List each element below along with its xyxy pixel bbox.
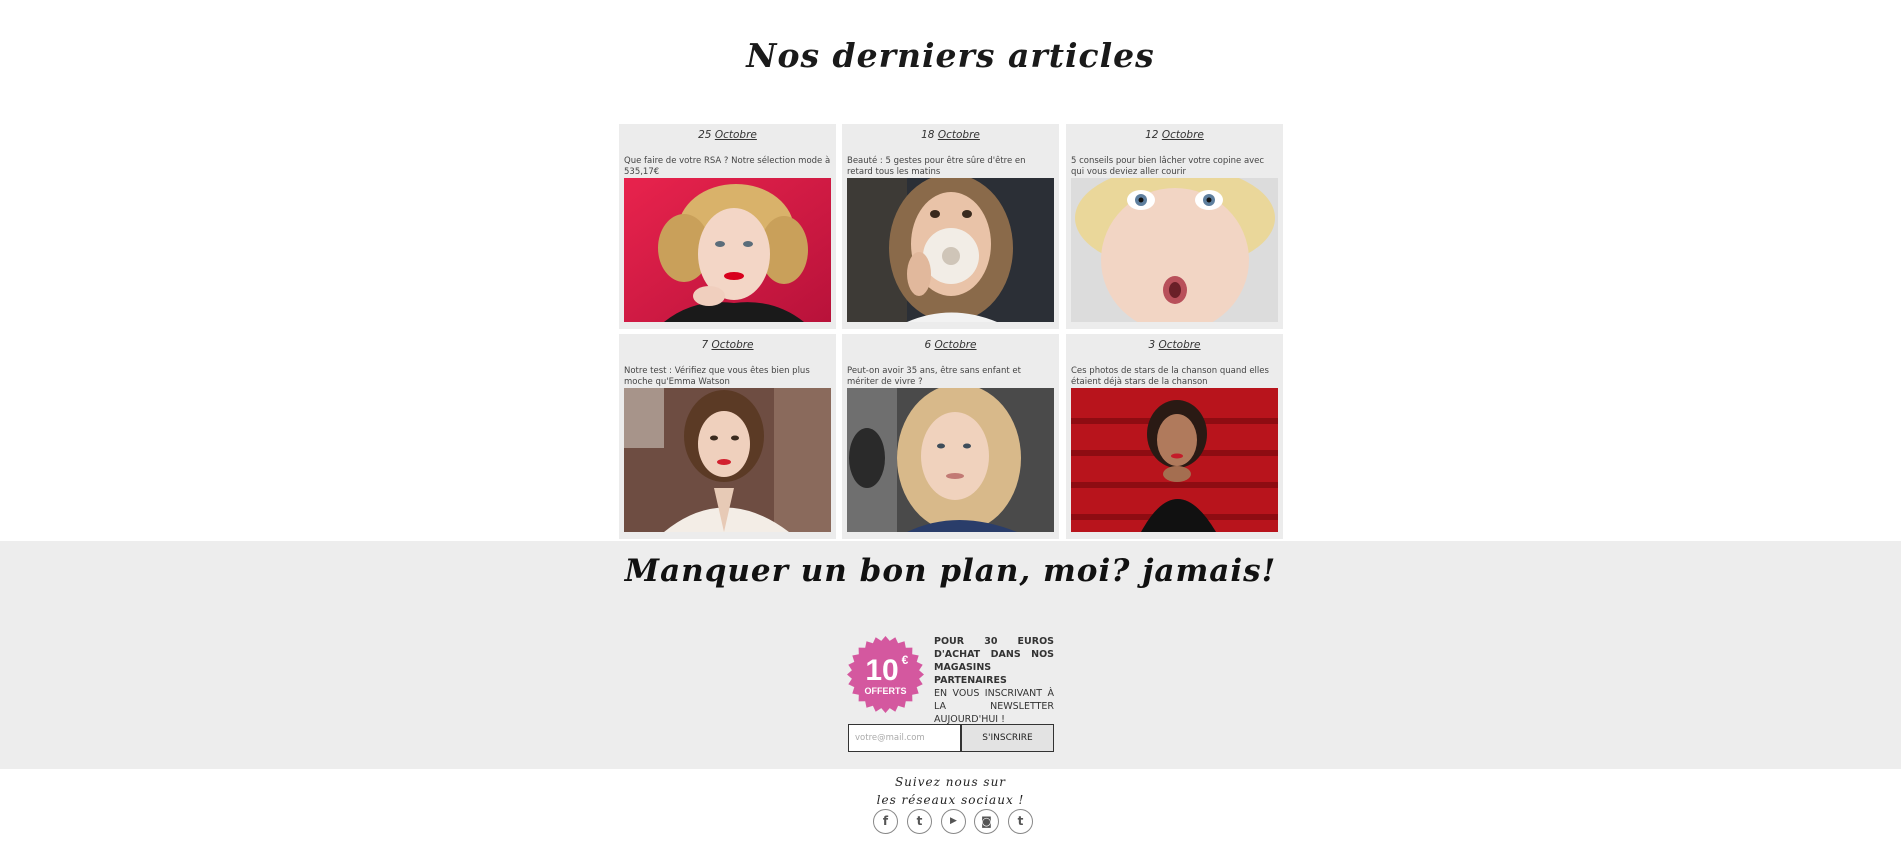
article-title-link[interactable]: Peut-on avoir 35 ans, être sans enfant e… (847, 366, 1054, 388)
offer-bold-text: POUR 30 EUROS D'ACHAT DANS NOS MAGASINS … (934, 636, 1054, 686)
article-photo[interactable] (624, 178, 831, 322)
article-card[interactable]: 6 Octobre Peut-on avoir 35 ans, être san… (842, 334, 1059, 539)
instagram-icon[interactable]: ◙ (974, 809, 999, 834)
social-section: Suivez nous sur les réseaux sociaux ! f … (0, 769, 1901, 846)
article-title-link[interactable]: Beauté : 5 gestes pour être sûre d'être … (847, 156, 1054, 178)
social-icons: f t ▶ ◙ t (873, 809, 1033, 835)
article-photo-image (1071, 178, 1278, 322)
article-month-link[interactable]: Octobre (1159, 339, 1201, 351)
offer-text: EN VOUS INSCRIVANT À LA NEWSLETTER AUJOU… (934, 688, 1054, 725)
article-day: 7 (701, 339, 709, 351)
offer-description: POUR 30 EUROS D'ACHAT DANS NOS MAGASINS … (934, 635, 1054, 726)
article-month-link[interactable]: Octobre (938, 129, 980, 141)
article-date: 12 Octobre (1066, 129, 1283, 141)
article-photo[interactable] (1071, 388, 1278, 532)
article-photo-image (1071, 388, 1278, 532)
badge-amount: 10 (865, 654, 898, 687)
newsletter-section: Manquer un bon plan, moi? jamais! 10 € O… (0, 541, 1901, 769)
youtube-icon[interactable]: ▶ (941, 809, 966, 834)
article-photo-image (847, 388, 1054, 532)
article-photo[interactable] (847, 388, 1054, 532)
article-card[interactable]: 12 Octobre 5 conseils pour bien lâcher v… (1066, 124, 1283, 329)
article-day: 12 (1145, 129, 1159, 141)
article-card[interactable]: 18 Octobre Beauté : 5 gestes pour être s… (842, 124, 1059, 329)
tumblr-icon[interactable]: t (1008, 809, 1033, 834)
article-photo[interactable] (847, 178, 1054, 322)
article-day: 25 (698, 129, 712, 141)
discount-badge: 10 € OFFERTS (847, 636, 924, 713)
article-date: 6 Octobre (842, 339, 1059, 351)
article-title-link[interactable]: Que faire de votre RSA ? Notre sélection… (624, 156, 831, 178)
twitter-icon[interactable]: t (907, 809, 932, 834)
article-title-link[interactable]: 5 conseils pour bien lâcher votre copine… (1071, 156, 1278, 178)
social-line-2: les réseaux sociaux ! (876, 793, 1025, 807)
article-photo-image (624, 178, 831, 322)
article-month-link[interactable]: Octobre (935, 339, 977, 351)
article-month-link[interactable]: Octobre (1162, 129, 1204, 141)
article-month-link[interactable]: Octobre (715, 129, 757, 141)
facebook-icon[interactable]: f (873, 809, 898, 834)
social-line-1: Suivez nous sur (894, 775, 1007, 789)
article-card[interactable]: 3 Octobre Ces photos de stars de la chan… (1066, 334, 1283, 539)
email-input[interactable] (848, 724, 961, 752)
subscribe-button[interactable]: S'INSCRIRE (961, 724, 1054, 752)
articles-heading: Nos derniers articles (746, 36, 1155, 75)
article-card[interactable]: 7 Octobre Notre test : Vérifiez que vous… (619, 334, 836, 539)
article-date: 3 Octobre (1066, 339, 1283, 351)
discount-badge-icon: 10 € OFFERTS (847, 636, 924, 713)
latest-articles-section: Nos derniers articles 25 Octobre Que fai… (0, 0, 1901, 541)
article-day: 3 (1148, 339, 1156, 351)
article-title-link[interactable]: Notre test : Vérifiez que vous êtes bien… (624, 366, 831, 388)
article-date: 25 Octobre (619, 129, 836, 141)
article-photo-image (847, 178, 1054, 322)
article-day: 6 (924, 339, 932, 351)
article-title-link[interactable]: Ces photos de stars de la chanson quand … (1071, 366, 1278, 388)
badge-label: OFFERTS (865, 686, 907, 696)
newsletter-heading: Manquer un bon plan, moi? jamais! (624, 553, 1277, 589)
article-date: 18 Octobre (842, 129, 1059, 141)
article-photo[interactable] (624, 388, 831, 532)
article-month-link[interactable]: Octobre (712, 339, 754, 351)
article-photo[interactable] (1071, 178, 1278, 322)
article-photo-image (624, 388, 831, 532)
article-day: 18 (921, 129, 935, 141)
article-card[interactable]: 25 Octobre Que faire de votre RSA ? Notr… (619, 124, 836, 329)
badge-currency: € (902, 653, 909, 667)
social-heading: Suivez nous sur les réseaux sociaux ! (0, 773, 1901, 809)
article-date: 7 Octobre (619, 339, 836, 351)
